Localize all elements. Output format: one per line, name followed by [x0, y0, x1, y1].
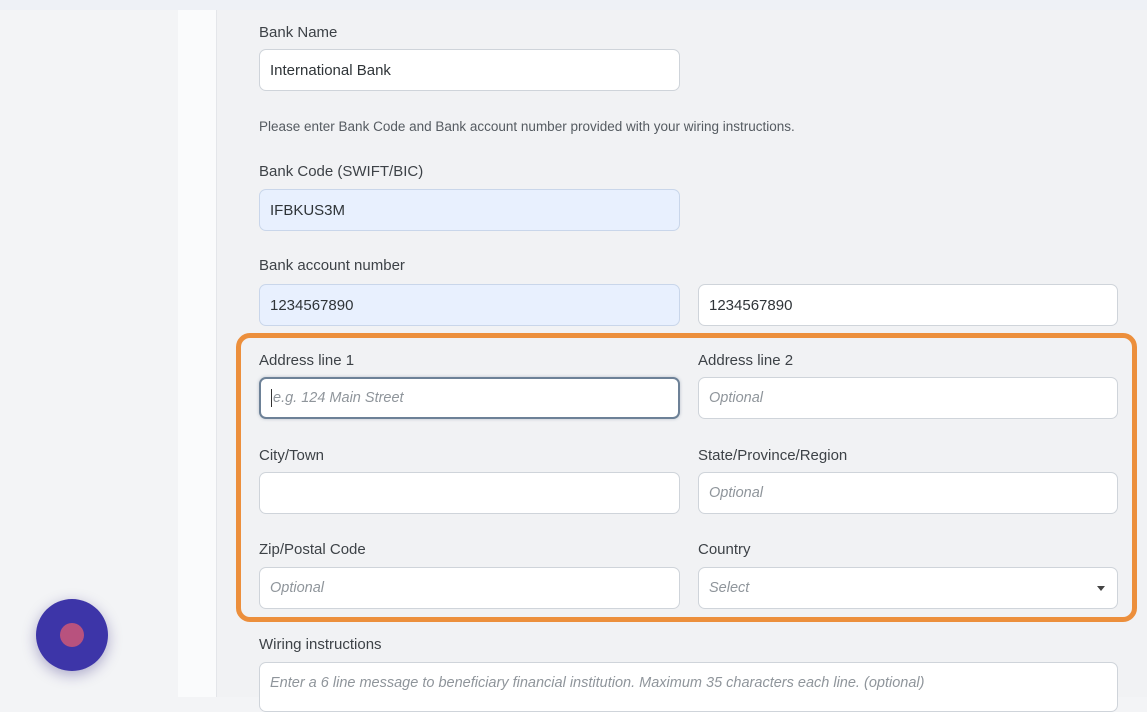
account-number-confirm-input[interactable]: 1234567890 — [698, 284, 1118, 326]
state-label: State/Province/Region — [698, 447, 848, 464]
state-input[interactable]: Optional — [698, 472, 1118, 514]
address-line-2-label: Address line 2 — [698, 352, 794, 369]
country-select[interactable]: Select — [698, 567, 1118, 609]
account-number-input[interactable]: 1234567890 — [259, 284, 680, 326]
address-line-1-input[interactable]: e.g. 124 Main Street — [259, 377, 680, 419]
zip-placeholder: Optional — [270, 580, 325, 596]
address-line-1-label: Address line 1 — [259, 352, 355, 369]
bank-code-input[interactable]: IFBKUS3M — [259, 189, 680, 231]
wiring-instructions-textarea[interactable]: Enter a 6 line message to beneficiary fi… — [259, 662, 1118, 712]
address-line-1-placeholder: e.g. 124 Main Street — [273, 390, 404, 406]
account-number-confirm-value: 1234567890 — [709, 296, 793, 314]
address-line-2-placeholder: Optional — [709, 390, 764, 406]
left-sidebar — [0, 10, 178, 697]
bank-code-label: Bank Code (SWIFT/BIC) — [259, 163, 424, 180]
country-label: Country — [698, 541, 751, 558]
country-selected-value: Select — [709, 580, 750, 596]
state-placeholder: Optional — [709, 485, 764, 501]
zip-label: Zip/Postal Code — [259, 541, 366, 558]
city-label: City/Town — [259, 447, 325, 464]
address-line-2-input[interactable]: Optional — [698, 377, 1118, 419]
zip-input[interactable]: Optional — [259, 567, 680, 609]
caret-down-icon — [1097, 586, 1105, 591]
chat-launcher-button[interactable] — [36, 599, 108, 671]
chat-launcher-icon — [60, 623, 84, 647]
bank-code-value: IFBKUS3M — [270, 201, 346, 219]
bank-name-input[interactable]: International Bank — [259, 49, 680, 91]
wiring-instructions-placeholder: Enter a 6 line message to beneficiary fi… — [270, 675, 925, 691]
city-input[interactable] — [259, 472, 680, 514]
wiring-instructions-label: Wiring instructions — [259, 636, 382, 653]
text-cursor — [271, 389, 272, 407]
bank-name-label: Bank Name — [259, 24, 338, 41]
account-number-label: Bank account number — [259, 257, 405, 274]
account-number-value: 1234567890 — [270, 296, 354, 314]
top-bar — [0, 0, 1147, 10]
bank-name-value: International Bank — [270, 61, 391, 79]
bank-code-instructions: Please enter Bank Code and Bank account … — [259, 119, 795, 134]
